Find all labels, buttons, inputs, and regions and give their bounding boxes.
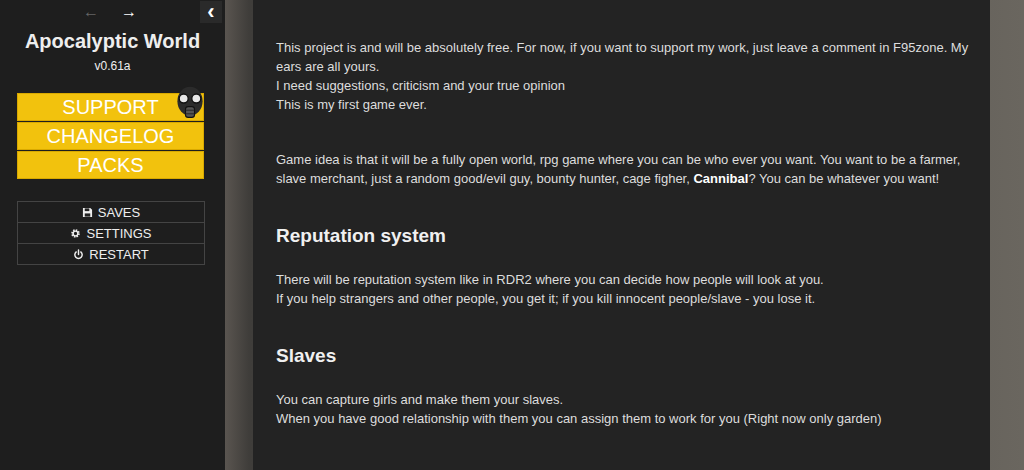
game-window: ← → ‹ Apocalyptic World v0.61a SUPPORTCHANGEL…: [0, 0, 1024, 470]
section-heading: Slaves: [276, 344, 972, 368]
menu-item[interactable]: SETTINGS: [18, 223, 204, 244]
section-heading: Reputation system: [276, 224, 972, 248]
passage: This project is and will be absolutely f…: [253, 0, 990, 470]
paragraph: This project is and will be absolutely f…: [276, 38, 972, 114]
link-button[interactable]: SUPPORT: [17, 93, 204, 121]
section: Reputation system There will be reputatio…: [276, 224, 972, 308]
text-line: This is my first game ever.: [276, 95, 972, 114]
sidebar: ← → ‹ Apocalyptic World v0.61a SUPPORTCHANGEL…: [0, 0, 225, 470]
link-button[interactable]: PACKS: [17, 151, 204, 179]
text-line: This project is and will be absolutely f…: [276, 38, 972, 76]
text-line: There will be reputation system like in …: [276, 270, 972, 289]
story-title: Apocalyptic World: [0, 30, 225, 53]
paragraph: There will be reputation system like in …: [276, 270, 972, 308]
back-arrow-icon: ←: [80, 1, 102, 23]
nav-row: ← → ‹: [0, 0, 225, 24]
text-line: When you have good relationship with the…: [276, 409, 972, 428]
menu-item[interactable]: RESTART: [18, 244, 204, 264]
section: Slaves You can capture girls and make the…: [276, 344, 972, 428]
gas-mask-icon: [172, 85, 208, 121]
story-area: This project is and will be absolutely f…: [225, 0, 1024, 470]
floppy-icon: [82, 207, 93, 218]
collapse-chevron-icon[interactable]: ‹: [200, 1, 222, 23]
menu-item[interactable]: SAVES: [18, 202, 204, 223]
ui-menu: SAVESSETTINGSRESTART: [17, 201, 205, 265]
link-button[interactable]: CHANGELOG: [17, 122, 204, 150]
power-icon: [73, 249, 84, 260]
forward-arrow-icon[interactable]: →: [118, 1, 140, 23]
link-buttons: SUPPORTCHANGELOGPACKS: [17, 93, 204, 179]
gear-icon: [70, 228, 81, 239]
text-line: I need suggestions, criticism and your t…: [276, 76, 972, 95]
story-version: v0.61a: [0, 59, 225, 73]
paragraph: Game idea is that it will be a fully ope…: [276, 150, 972, 188]
text-line: Game idea is that it will be a fully ope…: [276, 150, 972, 188]
text-line: You can capture girls and make them your…: [276, 390, 972, 409]
paragraph: You can capture girls and make them your…: [276, 390, 972, 428]
text-line: If you help strangers and other people, …: [276, 289, 972, 308]
